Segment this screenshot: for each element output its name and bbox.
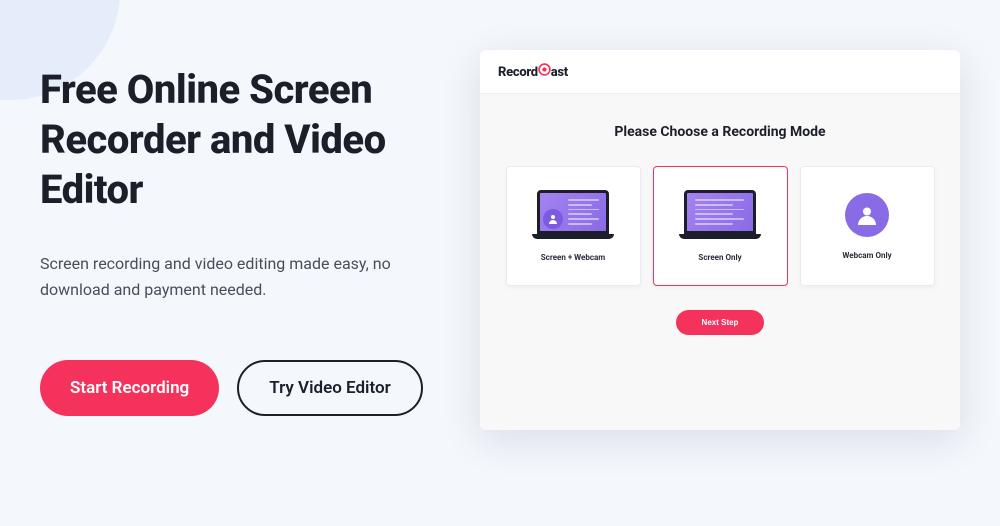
mode-label: Screen Only (698, 253, 741, 262)
hero-right: Record ast Please Choose a Recording Mode (460, 50, 960, 486)
laptop-icon (684, 190, 756, 239)
try-video-editor-button[interactable]: Try Video Editor (237, 360, 422, 416)
hero-section: Free Online Screen Recorder and Video Ed… (0, 0, 1000, 526)
webcam-icon (845, 193, 889, 237)
brand-logo: Record ast (498, 63, 568, 80)
user-icon (543, 209, 563, 229)
hero-left: Free Online Screen Recorder and Video Ed… (40, 50, 460, 486)
app-preview-card: Record ast Please Choose a Recording Mode (480, 50, 960, 430)
recording-mode-title: Please Choose a Recording Mode (614, 124, 825, 140)
brand-suffix: ast (551, 65, 568, 80)
hero-subtext: Screen recording and video editing made … (40, 251, 420, 302)
cta-row: Start Recording Try Video Editor (40, 360, 460, 416)
laptop-webcam-icon (537, 190, 609, 239)
mode-label: Screen + Webcam (541, 253, 606, 262)
record-icon (538, 63, 551, 76)
mode-label: Webcam Only (842, 251, 891, 260)
mode-screen-only[interactable]: Screen Only (653, 166, 788, 286)
next-step-button[interactable]: Next Step (676, 310, 765, 335)
brand-prefix: Record (498, 65, 538, 80)
recording-mode-options: Screen + Webcam Screen Only (506, 166, 935, 286)
start-recording-button[interactable]: Start Recording (40, 360, 219, 416)
hero-headline: Free Online Screen Recorder and Video Ed… (40, 65, 460, 215)
mode-webcam-only[interactable]: Webcam Only (800, 166, 935, 286)
mode-screen-webcam[interactable]: Screen + Webcam (506, 166, 641, 286)
app-preview-body: Please Choose a Recording Mode (480, 94, 960, 430)
app-preview-header: Record ast (480, 50, 960, 94)
